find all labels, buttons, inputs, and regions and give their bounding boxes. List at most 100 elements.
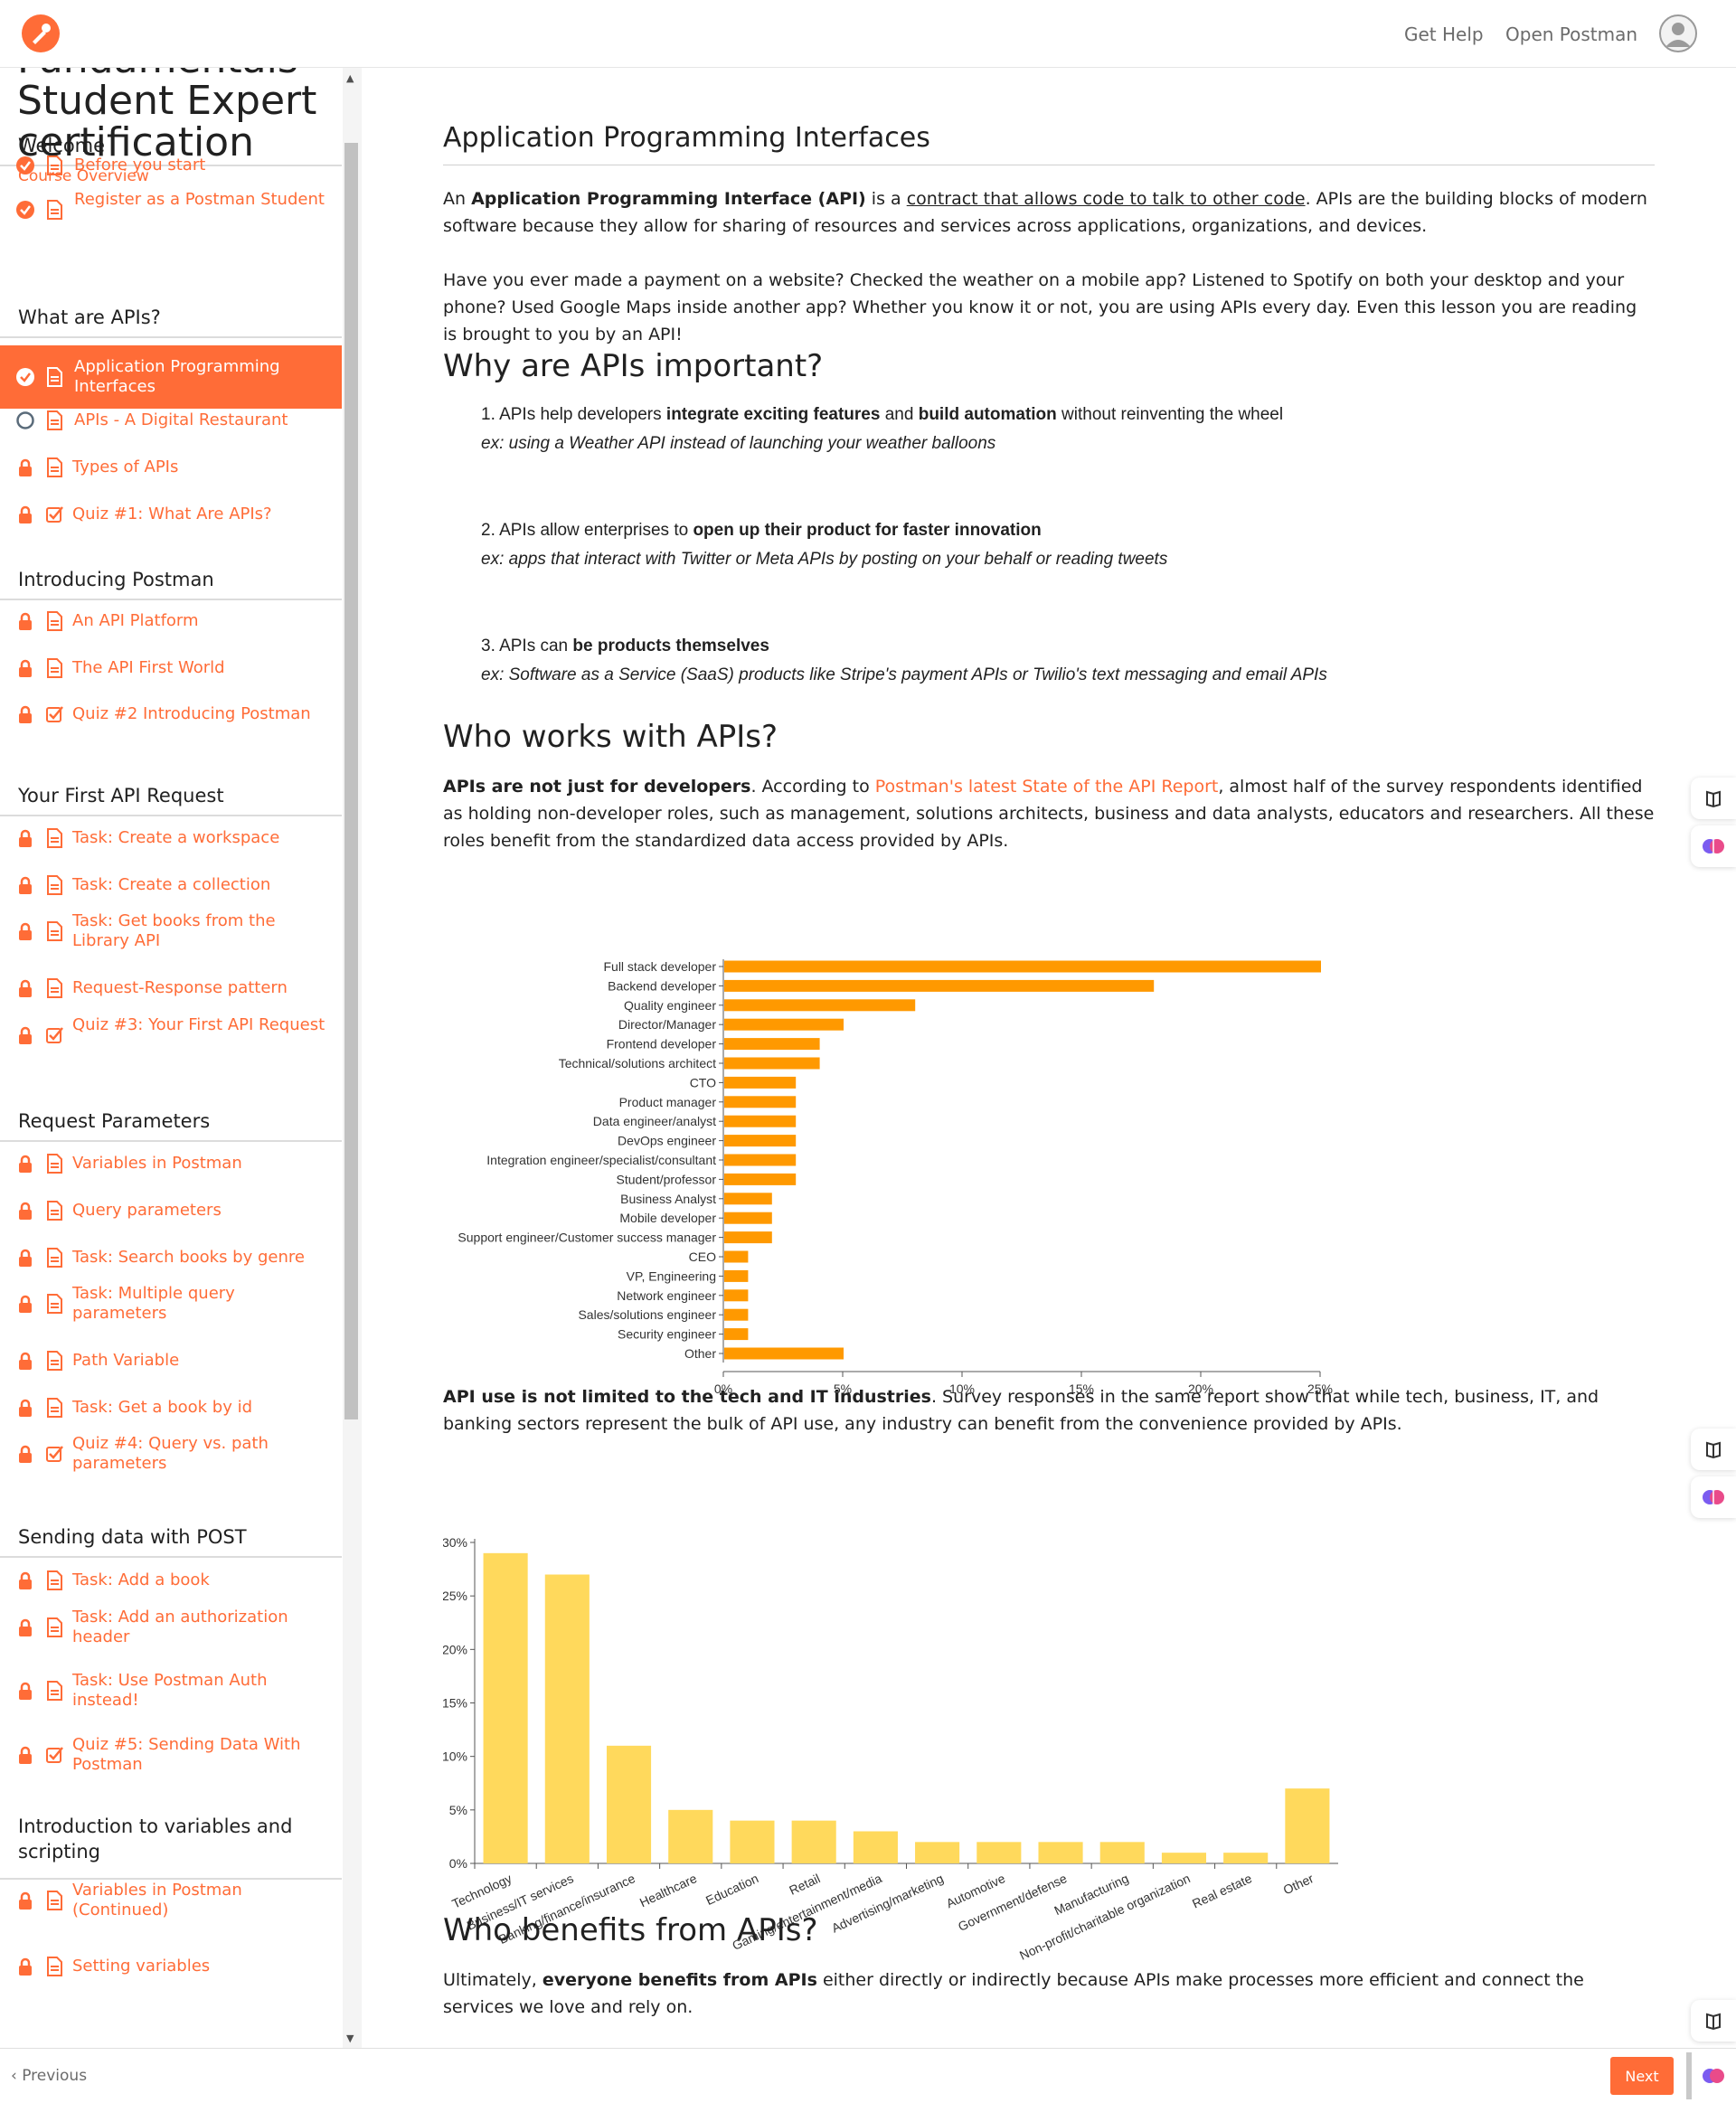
get-help-link[interactable]: Get Help — [1404, 24, 1484, 45]
y-tick-label: VP, Engineering — [627, 1268, 716, 1283]
scroll-up-arrow-icon[interactable]: ▲ — [346, 72, 354, 84]
bar — [1099, 1842, 1145, 1863]
sidebar-lesson-item[interactable]: Task: Multiple query parameters — [0, 1278, 342, 1330]
sidebar-section-title: Sending data with POST — [18, 1526, 247, 1548]
sidebar-section-title: Your First API Request — [18, 785, 224, 806]
sidebar-lesson-item[interactable]: APIs - A Digital Restaurant — [0, 402, 342, 439]
lock-icon — [15, 1617, 35, 1637]
sidebar-lesson-label: Query parameters — [72, 1201, 222, 1220]
ai-brain-icon-3[interactable] — [1686, 2052, 1736, 2099]
intro-paragraph-2: Have you ever made a payment on a websit… — [443, 270, 1637, 344]
sidebar-section-title: Introducing Postman — [18, 569, 214, 590]
sidebar-section-title: What are APIs? — [18, 306, 161, 328]
bar — [724, 1057, 820, 1070]
document-icon — [45, 1680, 63, 1702]
sidebar-lesson-item[interactable]: Path Variable — [0, 1343, 342, 1379]
y-tick-label: Sales/solutions engineer — [578, 1307, 716, 1322]
bar — [724, 979, 1155, 992]
why-item-1: 1. APIs help developers integrate exciti… — [481, 405, 1284, 453]
lock-icon — [15, 704, 35, 724]
sidebar-lesson-item[interactable]: Request-Response pattern — [0, 970, 342, 1006]
bar — [976, 1842, 1022, 1863]
y-tick-label: 0% — [449, 1856, 467, 1871]
checkbox-icon — [45, 1744, 63, 1766]
sidebar-lesson-item[interactable]: Task: Get books from the Library API — [0, 905, 342, 957]
sidebar-lesson-item[interactable]: Quiz #3: Your First API Request — [0, 1009, 342, 1061]
checkbox-icon — [45, 1443, 63, 1465]
sidebar-lesson-item[interactable]: Types of APIs — [0, 449, 342, 486]
section-divider — [0, 336, 342, 338]
bar — [915, 1842, 960, 1863]
document-icon — [45, 977, 63, 999]
sidebar-lesson-item[interactable]: Task: Add a book — [0, 1562, 342, 1598]
document-icon — [45, 1153, 63, 1174]
sidebar-lesson-item[interactable]: Task: Create a collection — [0, 867, 342, 903]
sidebar-lesson-label: Register as a Postman Student — [74, 190, 325, 209]
sidebar-lesson-label: Task: Get books from the Library API — [72, 911, 276, 950]
y-tick-label: 15% — [443, 1696, 467, 1711]
sidebar-lesson-item[interactable]: Task: Search books by genre — [0, 1240, 342, 1276]
who-paragraph: APIs are not just for developers. Accord… — [443, 777, 1655, 851]
lock-icon — [15, 1444, 35, 1464]
sidebar-lesson-item[interactable]: The API First World — [0, 650, 342, 686]
y-tick-label: Full stack developer — [603, 959, 716, 974]
sidebar-lesson-item[interactable]: Task: Get a book by id — [0, 1390, 342, 1426]
sidebar-lesson-item[interactable]: Task: Use Postman Auth instead! — [0, 1664, 342, 1717]
bar — [724, 1135, 797, 1147]
next-button[interactable]: Next — [1610, 2057, 1674, 2095]
y-tick-label: Business Analyst — [620, 1192, 716, 1206]
sidebar-lesson-label: Task: Add a book — [72, 1570, 210, 1589]
sidebar-lesson-item[interactable]: Before you start — [0, 147, 342, 184]
ai-brain-icon[interactable] — [1691, 825, 1736, 867]
y-tick-label: 30% — [443, 1535, 467, 1550]
lock-icon — [15, 1398, 35, 1418]
ai-brain-icon-2[interactable] — [1691, 1476, 1736, 1518]
y-tick-label: Quality engineer — [624, 998, 716, 1013]
lock-icon — [15, 505, 35, 524]
previous-button[interactable]: ‹ Previous — [11, 2067, 87, 2085]
sidebar-lesson-item[interactable]: Setting variables — [0, 1948, 342, 1985]
reader-book-icon[interactable] — [1691, 778, 1736, 819]
x-tick-label: Education — [703, 1871, 760, 1908]
contract-link[interactable]: contract that allows code to talk to oth… — [907, 189, 1306, 209]
sidebar-lesson-item[interactable]: Application Programming Interfaces — [0, 345, 342, 409]
check-circle-icon — [15, 156, 35, 175]
sidebar-lesson-item[interactable]: Quiz #4: Query vs. path parameters — [0, 1428, 342, 1480]
sidebar-lesson-item[interactable]: An API Platform — [0, 603, 342, 639]
section-divider — [0, 815, 342, 816]
bar — [724, 1212, 772, 1224]
sidebar-lesson-item[interactable]: Query parameters — [0, 1193, 342, 1229]
bar — [1223, 1853, 1269, 1863]
reader-book-icon-3[interactable] — [1691, 2000, 1736, 2042]
x-tick-label: Real estate — [1190, 1871, 1254, 1911]
y-tick-label: Frontend developer — [607, 1037, 717, 1052]
document-icon — [45, 1956, 63, 1977]
postman-logo-icon[interactable] — [22, 14, 60, 52]
reader-book-icon-2[interactable] — [1691, 1429, 1736, 1470]
sidebar-lesson-item[interactable]: Task: Add an authorization header — [0, 1601, 342, 1654]
sidebar-lesson-item[interactable]: Quiz #5: Sending Data With Postman — [0, 1729, 342, 1781]
state-of-api-report-link[interactable]: Postman's latest State of the API Report — [875, 777, 1219, 797]
scroll-down-arrow-icon[interactable]: ▼ — [346, 2032, 354, 2044]
open-postman-link[interactable]: Open Postman — [1505, 24, 1637, 45]
document-icon — [45, 1397, 63, 1419]
sidebar-lesson-item[interactable]: Quiz #2 Introducing Postman — [0, 696, 342, 732]
sidebar-lesson-item[interactable]: Register as a Postman Student — [0, 184, 342, 236]
checkbox-icon — [45, 504, 63, 525]
sidebar-scrollbar-thumb[interactable] — [344, 143, 358, 1419]
sidebar-lesson-item[interactable]: Task: Create a workspace — [0, 820, 342, 856]
lock-icon — [15, 1681, 35, 1701]
user-avatar-icon[interactable] — [1659, 14, 1697, 52]
sidebar-lesson-label: Task: Multiple query parameters — [72, 1284, 235, 1323]
sidebar-lesson-label: Task: Create a collection — [72, 875, 271, 894]
y-tick-label: Network engineer — [617, 1288, 716, 1303]
sidebar-lesson-item[interactable]: Variables in Postman — [0, 1146, 342, 1182]
sidebar-lesson-item[interactable]: Quiz #1: What Are APIs? — [0, 496, 342, 533]
section-divider — [0, 1140, 342, 1142]
sidebar-lesson-label: Task: Get a book by id — [72, 1398, 253, 1417]
page-title: Application Programming Interfaces — [443, 122, 930, 154]
checkbox-icon — [45, 703, 63, 725]
bar — [724, 1096, 797, 1108]
document-icon — [45, 199, 63, 221]
sidebar-lesson-item[interactable]: Variables in Postman (Continued) — [0, 1874, 342, 1927]
